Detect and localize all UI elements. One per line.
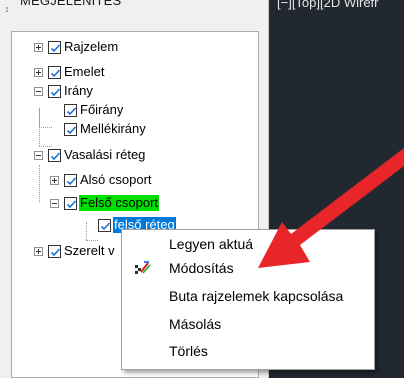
menu-item-link-dumb[interactable]: Buta rajzelemek kapcsolása bbox=[122, 284, 374, 308]
tree-item-label: Mellékirány bbox=[80, 121, 146, 136]
checkbox-checked[interactable] bbox=[64, 174, 77, 187]
modify-icon bbox=[134, 260, 152, 276]
context-menu: Legyen aktuá Módosítás Buta rajzelemek k… bbox=[121, 229, 375, 370]
expand-plus-icon[interactable] bbox=[34, 43, 43, 52]
tree-connector bbox=[86, 240, 98, 241]
menu-item-delete[interactable]: Törlés bbox=[122, 339, 374, 363]
tree-item-label: Vasalási réteg bbox=[64, 147, 146, 162]
collapse-minus-icon[interactable] bbox=[34, 151, 43, 160]
tree-item-vasalasi-reteg[interactable]: Vasalási réteg bbox=[12, 146, 252, 165]
menu-item-label: Módosítás bbox=[169, 260, 234, 276]
checkbox-checked[interactable] bbox=[48, 149, 61, 162]
collapse-minus-icon[interactable] bbox=[50, 199, 59, 208]
panel-title: MEGJELENÍTÉS bbox=[20, 0, 122, 8]
tree-item-label: Irány bbox=[64, 83, 93, 98]
panel-grip-icon[interactable] bbox=[5, 0, 11, 12]
viewport-label[interactable]: [−][Top][2D Wirefr bbox=[277, 0, 379, 10]
checkbox-checked[interactable] bbox=[48, 245, 61, 258]
tree-item-label: Rajzelem bbox=[64, 39, 119, 54]
collapse-minus-icon[interactable] bbox=[34, 87, 43, 96]
expand-plus-icon[interactable] bbox=[50, 176, 59, 185]
checkbox-checked[interactable] bbox=[48, 41, 61, 54]
checkbox-checked[interactable] bbox=[48, 85, 61, 98]
expand-plus-icon[interactable] bbox=[34, 247, 43, 256]
menu-item-label: Buta rajzelemek kapcsolása bbox=[169, 288, 344, 304]
tree-item-label: Főirány bbox=[80, 102, 124, 117]
checkbox-checked[interactable] bbox=[48, 66, 61, 79]
tree-item-irany[interactable]: Irány bbox=[12, 82, 252, 101]
tree-item-emelet[interactable]: Emelet bbox=[12, 63, 252, 82]
menu-item-set-current[interactable]: Legyen aktuá bbox=[122, 232, 374, 256]
tree-item-foirany[interactable]: Főirány bbox=[12, 101, 252, 120]
tree-item-label-highlighted: Felső csoport bbox=[79, 195, 160, 211]
tree-item-label: Emelet bbox=[64, 64, 105, 79]
menu-item-copy[interactable]: Másolás bbox=[122, 312, 374, 336]
menu-item-label: Másolás bbox=[169, 316, 222, 332]
checkbox-checked[interactable] bbox=[64, 104, 77, 117]
menu-item-modify[interactable]: Módosítás bbox=[122, 256, 374, 280]
checkbox-checked[interactable] bbox=[64, 197, 77, 210]
tree-item-label: Szerelt v bbox=[64, 243, 115, 258]
tree-item-felso-csoport[interactable]: Felső csoport bbox=[12, 194, 252, 213]
tree-item-rajzelem[interactable]: Rajzelem bbox=[12, 38, 252, 57]
expand-plus-icon[interactable] bbox=[34, 68, 43, 77]
menu-item-label: Törlés bbox=[169, 343, 208, 359]
menu-item-label: Legyen aktuá bbox=[169, 236, 254, 252]
tree-item-label: Alsó csoport bbox=[80, 172, 152, 187]
tree-item-also-csoport[interactable]: Alsó csoport bbox=[12, 171, 252, 190]
checkbox-checked[interactable] bbox=[64, 123, 77, 136]
tree-item-mellekirany[interactable]: Mellékirány bbox=[12, 120, 252, 139]
checkbox-checked[interactable] bbox=[98, 219, 111, 232]
